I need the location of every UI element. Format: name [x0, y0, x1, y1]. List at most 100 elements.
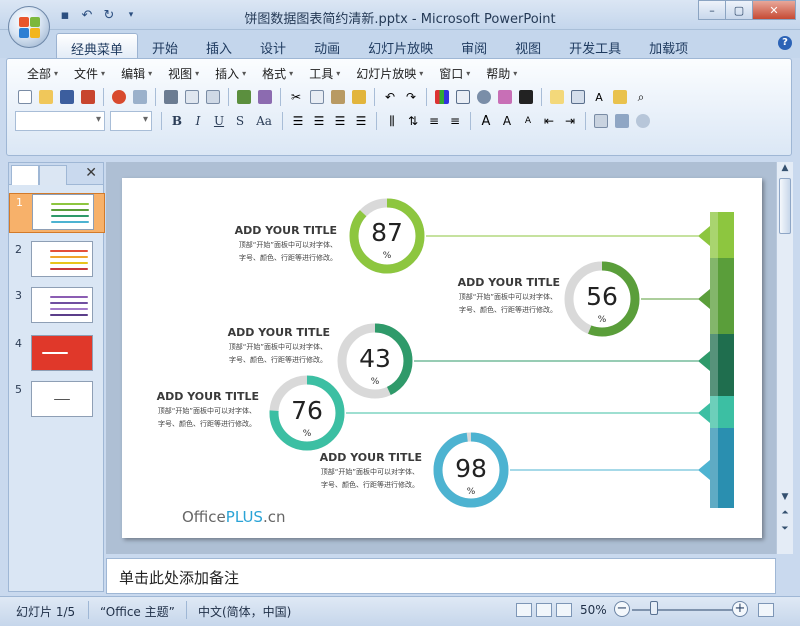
- minimize-icon[interactable]: –: [698, 0, 726, 20]
- slide-thumbnail-5[interactable]: 5: [9, 381, 105, 421]
- slideshow-view-icon[interactable]: [556, 603, 572, 617]
- menu-view[interactable]: 视图 ▾: [160, 65, 207, 82]
- menu-help[interactable]: 帮助 ▾: [478, 65, 525, 82]
- justify-icon[interactable]: ☰: [351, 111, 371, 131]
- columns-icon[interactable]: ⫼: [382, 111, 402, 131]
- menu-file[interactable]: 文件 ▾: [66, 65, 113, 82]
- zoom-out-icon[interactable]: −: [614, 601, 630, 617]
- tab-animations[interactable]: 动画: [300, 33, 354, 58]
- menu-edit[interactable]: 编辑 ▾: [113, 65, 160, 82]
- close-icon[interactable]: ✕: [85, 165, 97, 181]
- table-icon[interactable]: [453, 87, 473, 107]
- textbox-icon[interactable]: A: [589, 87, 609, 107]
- open-icon[interactable]: [36, 87, 56, 107]
- color-icon[interactable]: [516, 87, 536, 107]
- menu-slideshow[interactable]: 幻灯片放映 ▾: [348, 65, 431, 82]
- normal-view-icon[interactable]: [516, 603, 532, 617]
- shapes-icon[interactable]: [591, 111, 611, 131]
- quick-styles-icon[interactable]: [633, 111, 653, 131]
- previous-slide-icon[interactable]: ⏶: [778, 508, 792, 522]
- zoom-in-icon[interactable]: +: [732, 601, 748, 617]
- menu-insert[interactable]: 插入 ▾: [207, 65, 254, 82]
- slide-thumbnail-1[interactable]: 1: [9, 193, 105, 233]
- print-preview-icon[interactable]: [182, 87, 202, 107]
- permission-icon[interactable]: [78, 87, 98, 107]
- office-button[interactable]: [8, 6, 50, 48]
- undo-icon[interactable]: ↶: [380, 87, 400, 107]
- tab-home[interactable]: 开始: [138, 33, 192, 58]
- find-icon[interactable]: ⌕: [631, 87, 651, 107]
- slide[interactable]: ADD YOUR TITLE 顶部“开始”面板中可以对字体、 字号、颜色、行距等进…: [122, 178, 762, 538]
- italic-button[interactable]: I: [188, 111, 208, 131]
- slides-tab[interactable]: [11, 165, 39, 185]
- notes-pane[interactable]: 单击此处添加备注: [106, 558, 776, 594]
- tab-classic-menu[interactable]: 经典菜单: [56, 33, 139, 58]
- vertical-scrollbar[interactable]: ▲ ▼ ⏶ ⏷: [776, 162, 793, 554]
- align-left-icon[interactable]: ☰: [288, 111, 308, 131]
- picture-icon[interactable]: [495, 87, 515, 107]
- change-case-button[interactable]: Aa: [251, 111, 277, 131]
- tab-review[interactable]: 审阅: [447, 33, 501, 58]
- paste-icon[interactable]: [328, 87, 348, 107]
- font-size-combo[interactable]: [110, 111, 152, 131]
- clipart-icon[interactable]: [474, 87, 494, 107]
- tab-slideshow[interactable]: 幻灯片放映: [354, 33, 447, 58]
- scrollbar-thumb[interactable]: [779, 178, 791, 234]
- slide-sorter-icon[interactable]: [536, 603, 552, 617]
- email-icon[interactable]: [109, 87, 129, 107]
- print-icon[interactable]: [161, 87, 181, 107]
- tab-insert[interactable]: 插入: [192, 33, 246, 58]
- grow-font-icon[interactable]: A: [497, 111, 517, 131]
- arrange-icon[interactable]: [612, 111, 632, 131]
- tab-design[interactable]: 设计: [246, 33, 300, 58]
- publish-icon[interactable]: [130, 87, 150, 107]
- language-status[interactable]: 中文(简体，中国): [198, 603, 291, 620]
- copy-icon[interactable]: [307, 87, 327, 107]
- folder-icon[interactable]: [610, 87, 630, 107]
- slide-thumbnail-3[interactable]: 3: [9, 287, 105, 327]
- shrink-font-icon[interactable]: A: [518, 111, 538, 131]
- menu-tools[interactable]: 工具 ▾: [301, 65, 348, 82]
- layout-icon[interactable]: [568, 87, 588, 107]
- font-color-icon[interactable]: A: [476, 111, 496, 131]
- bullets-icon[interactable]: ≡: [424, 111, 444, 131]
- slide-thumbnail-4[interactable]: 4: [9, 335, 105, 375]
- zoom-slider-thumb[interactable]: [650, 601, 658, 615]
- increase-indent-icon[interactable]: ⇥: [560, 111, 580, 131]
- text-direction-icon[interactable]: ⇅: [403, 111, 423, 131]
- new-icon[interactable]: [15, 87, 35, 107]
- new-slide-icon[interactable]: [547, 87, 567, 107]
- zoom-level[interactable]: 50%: [580, 603, 607, 617]
- spelling-icon[interactable]: [234, 87, 254, 107]
- scroll-down-icon[interactable]: ▼: [778, 492, 792, 506]
- font-name-combo[interactable]: [15, 111, 105, 131]
- chart-icon[interactable]: [432, 87, 452, 107]
- zoom-slider[interactable]: [632, 609, 736, 611]
- close-icon[interactable]: ✕: [752, 0, 796, 20]
- tab-addins[interactable]: 加载项: [635, 33, 702, 58]
- align-right-icon[interactable]: ☰: [330, 111, 350, 131]
- tab-view[interactable]: 视图: [501, 33, 555, 58]
- research-icon[interactable]: [255, 87, 275, 107]
- slides-icon[interactable]: [203, 87, 223, 107]
- numbering-icon[interactable]: ≡: [445, 111, 465, 131]
- maximize-icon[interactable]: ▢: [725, 0, 753, 20]
- menu-format[interactable]: 格式 ▾: [254, 65, 301, 82]
- next-slide-icon[interactable]: ⏷: [778, 524, 792, 538]
- menu-all[interactable]: 全部 ▾: [19, 65, 66, 82]
- fit-to-window-icon[interactable]: [758, 603, 774, 617]
- underline-button[interactable]: U: [209, 111, 229, 131]
- cut-icon[interactable]: ✂: [286, 87, 306, 107]
- format-painter-icon[interactable]: [349, 87, 369, 107]
- shadow-button[interactable]: S: [230, 111, 250, 131]
- save-icon[interactable]: [57, 87, 77, 107]
- slide-editing-area[interactable]: ADD YOUR TITLE 顶部“开始”面板中可以对字体、 字号、颜色、行距等进…: [106, 162, 776, 554]
- align-center-icon[interactable]: ☰: [309, 111, 329, 131]
- tab-developer[interactable]: 开发工具: [555, 33, 635, 58]
- help-icon[interactable]: ?: [778, 36, 792, 50]
- menu-window[interactable]: 窗口 ▾: [431, 65, 478, 82]
- outline-tab[interactable]: [39, 165, 67, 185]
- bold-button[interactable]: B: [167, 111, 187, 131]
- decrease-indent-icon[interactable]: ⇤: [539, 111, 559, 131]
- scroll-up-icon[interactable]: ▲: [778, 163, 792, 177]
